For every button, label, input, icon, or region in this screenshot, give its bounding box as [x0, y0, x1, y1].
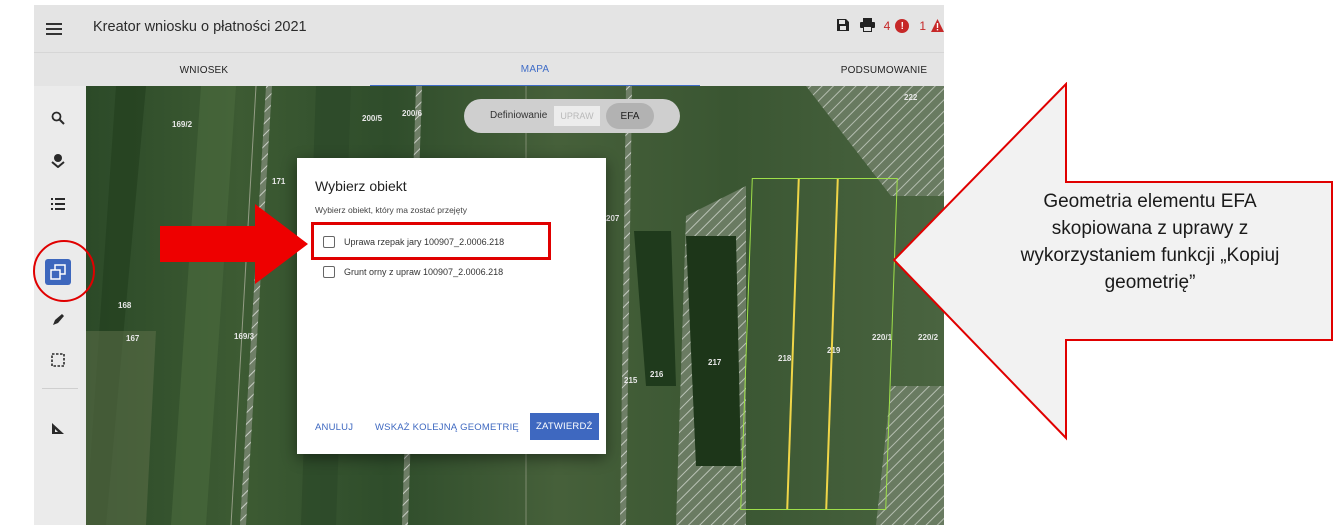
parcel-label: 216 — [650, 370, 664, 379]
tab-bar: WNIOSEK MAPA PODSUMOWANIE — [34, 52, 944, 87]
error-count: 4 — [883, 19, 891, 33]
parcel-label: 217 — [708, 358, 722, 367]
parcel-label: 171 — [272, 177, 286, 186]
parcel-label: 200/6 — [402, 109, 423, 118]
tab-wniosek[interactable]: WNIOSEK — [94, 53, 314, 87]
top-actions: 4 ! 1 — [836, 18, 944, 34]
parcel-label: 207 — [606, 214, 620, 223]
parcel-label: 200/5 — [362, 114, 383, 123]
crop-boundary-line — [786, 179, 800, 509]
callout-text: Geometria elementu EFA skopiowana z upra… — [1020, 191, 1280, 293]
parcel-label: 215 — [624, 376, 638, 385]
warning-count: 1 — [919, 19, 926, 33]
print-icon[interactable] — [859, 18, 876, 34]
search-icon[interactable] — [46, 106, 70, 130]
definition-toggle: Definiowanie UPRAW EFA — [464, 99, 680, 133]
tab-mapa[interactable]: MAPA — [370, 53, 700, 87]
option-label: Grunt orny z upraw 100907_2.0006.218 — [344, 267, 504, 277]
parcel-label: 169/3 — [234, 332, 255, 341]
dialog-subtitle: Wybierz obiekt, który ma zostać przejęty — [315, 205, 468, 215]
parcel-label: 167 — [126, 334, 140, 343]
select-object-dialog: Wybierz obiekt Wybierz obiekt, który ma … — [297, 158, 606, 454]
crop-boundary-line — [825, 179, 839, 509]
toolbar-divider — [42, 388, 78, 389]
tool-highlight-circle — [33, 240, 95, 302]
toggle-efa-button[interactable]: EFA — [606, 103, 654, 129]
dialog-title: Wybierz obiekt — [315, 178, 407, 194]
toggle-label: Definiowanie — [490, 110, 548, 121]
confirm-button[interactable]: ZATWIERDŹ — [530, 413, 599, 440]
option-grunt-orny[interactable]: Grunt orny z upraw 100907_2.0006.218 — [323, 266, 503, 278]
app-title: Kreator wniosku o płatności 2021 — [93, 19, 307, 35]
warning-icon[interactable] — [931, 19, 944, 33]
parcel-label: 169/2 — [172, 120, 193, 129]
layers-icon[interactable] — [46, 148, 70, 172]
next-geometry-button[interactable]: WSKAŻ KOLEJNĄ GEOMETRIĘ — [375, 422, 519, 433]
map-toolbar — [34, 86, 86, 525]
red-arrow — [160, 204, 308, 284]
measure-icon[interactable] — [46, 416, 70, 440]
save-icon[interactable] — [836, 18, 852, 34]
checkbox[interactable] — [323, 266, 335, 278]
cancel-button[interactable]: ANULUJ — [315, 422, 353, 433]
error-icon[interactable]: ! — [895, 19, 910, 33]
efa-geometry[interactable] — [740, 178, 898, 510]
toggle-upraw-button[interactable]: UPRAW — [554, 106, 600, 126]
hamburger-menu-icon[interactable] — [40, 15, 68, 43]
option-highlight-box — [311, 222, 551, 260]
pencil-icon[interactable] — [46, 308, 70, 332]
top-bar: Kreator wniosku o płatności 2021 4 ! 1 — [34, 5, 944, 52]
parcel-label: 168 — [118, 301, 132, 310]
list-icon[interactable] — [46, 192, 70, 216]
select-rectangle-icon[interactable] — [46, 348, 70, 372]
